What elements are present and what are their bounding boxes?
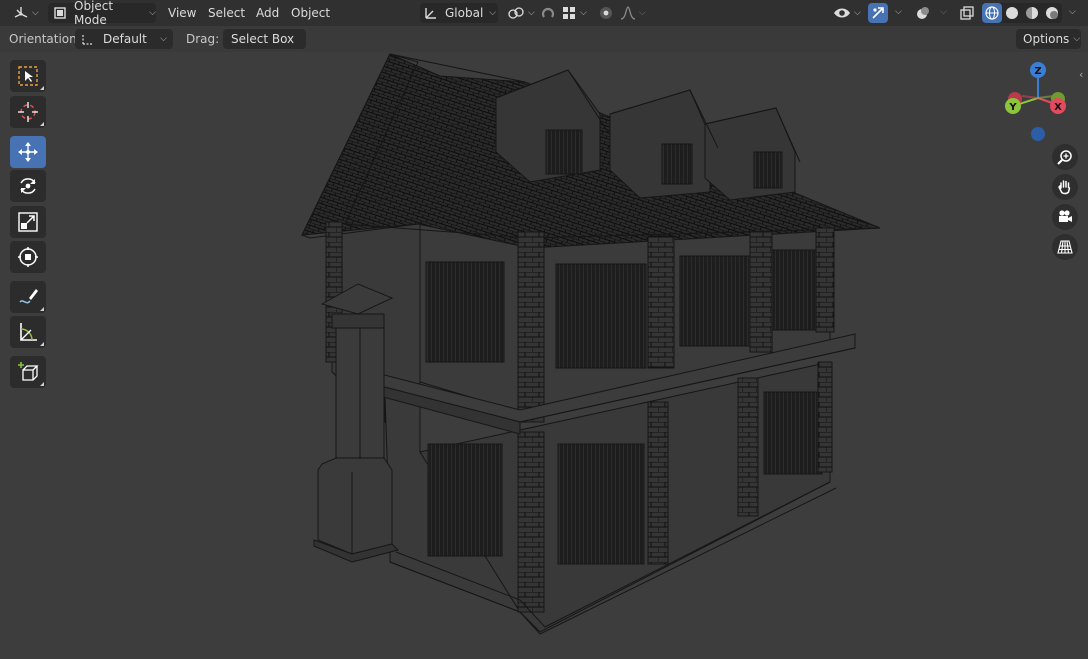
snap-magnet-icon bbox=[540, 5, 556, 21]
perspective-grid-icon bbox=[1057, 239, 1073, 255]
chevron-down-icon: ⌵ bbox=[1073, 34, 1081, 44]
falloff-curve-icon bbox=[620, 5, 636, 21]
annotate-icon bbox=[17, 286, 39, 308]
pan-hand-icon bbox=[1057, 179, 1073, 195]
chevron-down-icon: ⌵ bbox=[160, 34, 167, 44]
eye-visibility-icon bbox=[833, 5, 851, 21]
snap-toggle[interactable] bbox=[540, 3, 560, 23]
wireframe-shading-icon bbox=[985, 6, 999, 20]
editor-type-button[interactable]: ⌵ bbox=[10, 3, 42, 23]
measure-icon bbox=[17, 321, 39, 343]
chevron-down-icon: ⌵ bbox=[149, 8, 156, 18]
options-dropdown[interactable]: Options ⌵ bbox=[1016, 29, 1081, 49]
transform-icon bbox=[17, 246, 39, 268]
menu-object[interactable]: Object bbox=[286, 3, 335, 23]
gizmo-y-label: Y bbox=[1008, 102, 1017, 113]
orientation-axes-icon bbox=[423, 5, 439, 21]
drag-dropdown[interactable]: Select Box bbox=[223, 29, 306, 49]
options-label: Options bbox=[1023, 32, 1070, 46]
shading-material-button[interactable] bbox=[1022, 3, 1042, 23]
pan-button[interactable] bbox=[1052, 174, 1078, 200]
mode-label: Object Mode bbox=[74, 0, 114, 27]
tool-annotate[interactable] bbox=[10, 281, 46, 313]
falloff-dropdown[interactable]: ⌵ bbox=[620, 3, 648, 23]
mode-selector[interactable]: Object Mode ⌵ bbox=[48, 0, 156, 27]
chevron-down-icon[interactable]: ⌵ bbox=[940, 7, 947, 17]
chevron-down-icon: ⌵ bbox=[489, 8, 497, 18]
tool-rotate[interactable] bbox=[10, 170, 46, 202]
menu-view[interactable]: View bbox=[163, 3, 201, 23]
chevron-down-icon[interactable]: ⌵ bbox=[1069, 7, 1076, 17]
camera-view-icon bbox=[1057, 209, 1073, 225]
camera-view-button[interactable] bbox=[1052, 204, 1078, 230]
shading-mode-group bbox=[982, 3, 1062, 23]
gizmo-x-label: X bbox=[1054, 102, 1062, 113]
orientation-label: Orientation: bbox=[9, 32, 81, 46]
xray-toggle[interactable] bbox=[957, 3, 977, 23]
move-icon bbox=[17, 141, 39, 163]
menu-add[interactable]: Add bbox=[251, 3, 284, 23]
snap-increment-icon bbox=[561, 5, 577, 21]
menu-select[interactable]: Select bbox=[203, 3, 250, 23]
gizmo-toggle-icon bbox=[870, 5, 886, 21]
transform-orientation-dropdown[interactable]: Global ⌵ bbox=[420, 3, 498, 23]
shading-solid-button[interactable] bbox=[1002, 3, 1022, 23]
visibility-dropdown[interactable]: ⌵ bbox=[833, 3, 863, 23]
orientation-default-icon bbox=[81, 32, 95, 46]
chevron-down-icon: ⌵ bbox=[580, 8, 587, 18]
navigation-gizmo[interactable]: Z X Y bbox=[1000, 60, 1076, 146]
viewport-header: ⌵ Object Mode ⌵ View Select Add Object G… bbox=[0, 0, 1088, 27]
zoom-icon bbox=[1057, 149, 1073, 165]
sidebar-toggle-arrow-icon[interactable]: ‹ bbox=[1079, 68, 1083, 81]
tool-move[interactable] bbox=[10, 136, 46, 168]
chevron-down-icon: ⌵ bbox=[528, 8, 535, 18]
material-preview-icon bbox=[1025, 6, 1039, 20]
scale-icon bbox=[17, 211, 39, 233]
gizmo-neg-z[interactable] bbox=[1031, 127, 1045, 141]
orientation-value: Default bbox=[103, 32, 147, 46]
proportional-edit-toggle[interactable] bbox=[598, 3, 618, 23]
rendered-shading-icon bbox=[1045, 6, 1059, 20]
snap-target-dropdown[interactable]: ⌵ bbox=[561, 3, 591, 23]
shading-rendered-button[interactable] bbox=[1042, 3, 1062, 23]
tool-transform[interactable] bbox=[10, 241, 46, 273]
rotate-icon bbox=[17, 175, 39, 197]
overlays-toggle[interactable] bbox=[913, 3, 933, 23]
pivot-point-icon bbox=[507, 5, 525, 21]
tool-settings-bar: Orientation: Default ⌵ Drag: Select Box … bbox=[0, 26, 1088, 52]
select-box-icon bbox=[17, 65, 39, 87]
chevron-down-icon: ⌵ bbox=[639, 8, 646, 18]
object-mode-icon bbox=[52, 5, 68, 21]
orientation-dropdown[interactable]: Default ⌵ bbox=[75, 29, 173, 49]
tool-add-cube[interactable] bbox=[10, 356, 46, 388]
gizmo-toggle-button[interactable] bbox=[868, 3, 888, 23]
tool-cursor[interactable] bbox=[10, 96, 46, 128]
zoom-button[interactable] bbox=[1052, 144, 1078, 170]
drag-label: Drag: bbox=[186, 32, 220, 46]
tool-measure[interactable] bbox=[10, 316, 46, 348]
orientation-value: Global bbox=[445, 6, 484, 20]
pivot-point-button[interactable]: ⌵ bbox=[507, 3, 535, 23]
xray-toggle-icon bbox=[959, 5, 975, 21]
overlays-icon bbox=[915, 5, 931, 21]
drag-value: Select Box bbox=[231, 32, 295, 46]
add-cube-icon bbox=[17, 361, 39, 383]
chevron-down-icon: ⌵ bbox=[854, 8, 861, 18]
3d-viewport[interactable]: Z X Y ‹ bbox=[0, 52, 1088, 659]
proportional-edit-icon bbox=[598, 5, 614, 21]
chevron-down-icon[interactable]: ⌵ bbox=[895, 7, 902, 17]
cursor-icon bbox=[17, 101, 39, 123]
editor-type-3d-viewport-icon bbox=[13, 5, 29, 21]
house-wireframe-model bbox=[301, 53, 881, 635]
solid-shading-icon bbox=[1005, 6, 1019, 20]
tool-select-box[interactable] bbox=[10, 60, 46, 92]
perspective-toggle-button[interactable] bbox=[1052, 234, 1078, 260]
chevron-down-icon: ⌵ bbox=[32, 8, 39, 18]
tool-scale[interactable] bbox=[10, 206, 46, 238]
shading-wireframe-button[interactable] bbox=[982, 3, 1002, 23]
gizmo-z-label: Z bbox=[1034, 66, 1041, 77]
